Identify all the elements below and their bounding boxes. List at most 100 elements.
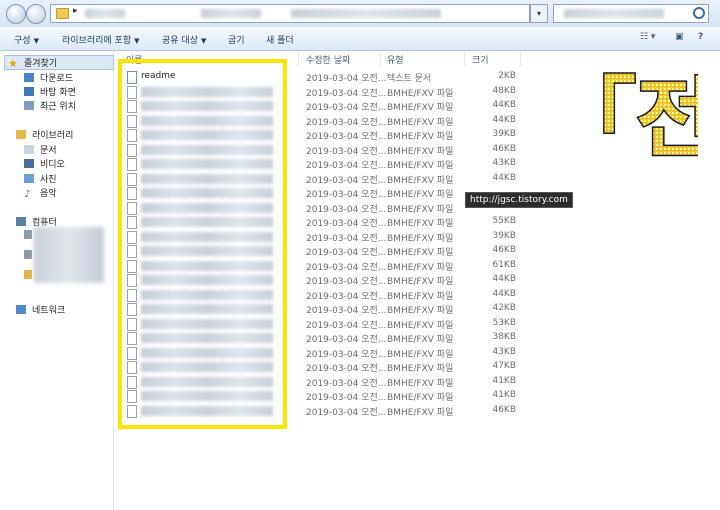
- file-size: 41KB: [492, 390, 516, 400]
- breadcrumb-arrow-icon: ▸: [73, 6, 78, 16]
- navigation-pane: ★ 즐겨찾기 다운로드 바탕 화면 최근 위치 라이브러리 문서 비디오 사진 ♪…: [0, 51, 114, 510]
- column-divider[interactable]: [298, 52, 299, 66]
- file-date: 2019-03-04 오전...: [306, 393, 387, 403]
- file-size: 41KB: [492, 375, 516, 386]
- nav-music[interactable]: ♪ 음악: [24, 186, 57, 200]
- file-date: 2019-03-04 오전...: [306, 262, 387, 273]
- share-with-label: 공유 대상: [162, 36, 198, 46]
- new-folder-button[interactable]: 새 폴더: [266, 33, 294, 46]
- file-size: 44KB: [492, 288, 516, 299]
- help-icon[interactable]: ?: [698, 32, 703, 44]
- preview-pane-icon[interactable]: ▣: [675, 32, 684, 44]
- chevron-down-icon: ▼: [33, 37, 39, 45]
- file-date: 2019-03-04 오전...: [306, 146, 387, 157]
- column-divider[interactable]: [520, 52, 521, 66]
- column-divider[interactable]: [464, 52, 465, 66]
- documents-icon: [24, 145, 34, 154]
- recent-places-icon: [24, 101, 34, 110]
- file-date: 2019-03-04 오전...: [306, 103, 387, 113]
- file-type: BMHE/FXV 파일: [387, 393, 454, 403]
- file-date: 2019-03-04 오전...: [306, 349, 387, 360]
- nav-network-label: 네트워크: [32, 306, 66, 316]
- nav-libraries[interactable]: 라이브러리: [16, 128, 73, 141]
- address-bar-area: ▸ ▾: [0, 0, 720, 28]
- nav-downloads[interactable]: 다운로드: [24, 71, 73, 84]
- column-divider[interactable]: [380, 52, 381, 66]
- nav-downloads-label: 다운로드: [40, 74, 74, 84]
- redacted-search: [564, 9, 664, 18]
- file-date: 2019-03-04 오전...: [306, 364, 387, 374]
- blog-logo: 「전: [549, 68, 699, 171]
- column-type-header[interactable]: 유형: [387, 53, 404, 66]
- share-with-button[interactable]: 공유 대상 ▼: [162, 33, 206, 46]
- nav-favorites[interactable]: ★ 즐겨찾기: [8, 56, 57, 69]
- file-type: BMHE/FXV 파일: [387, 132, 454, 142]
- file-type: BMHE/FXV 파일: [387, 378, 454, 389]
- folder-icon: [56, 8, 69, 19]
- logo-text: 「전: [550, 69, 698, 169]
- file-date: 2019-03-04 오전...: [306, 378, 387, 389]
- file-type: 텍스트 문서: [387, 74, 432, 84]
- chevron-down-icon: ▼: [134, 37, 140, 45]
- file-type: BMHE/FXV 파일: [387, 320, 454, 331]
- file-type: BMHE/FXV 파일: [387, 233, 454, 244]
- file-type: BMHE/FXV 파일: [387, 190, 454, 200]
- include-library-label: 라이브러리에 포함: [62, 36, 132, 46]
- download-folder-icon: [24, 73, 34, 82]
- forward-button[interactable]: [26, 4, 46, 24]
- file-type: BMHE/FXV 파일: [387, 364, 454, 374]
- file-size: 46KB: [492, 143, 516, 154]
- file-date: 2019-03-04 오전...: [306, 291, 387, 302]
- file-size: 42KB: [492, 303, 516, 313]
- file-date: 2019-03-04 오전...: [306, 132, 387, 142]
- file-type: BMHE/FXV 파일: [387, 262, 454, 273]
- file-size: 38KB: [492, 332, 516, 342]
- address-dropdown-button[interactable]: ▾: [530, 4, 548, 23]
- nav-videos[interactable]: 비디오: [24, 157, 65, 170]
- watermark-label: http://jgsc.tistory.com: [465, 192, 573, 208]
- star-icon: ★: [8, 57, 18, 70]
- nav-network[interactable]: 네트워크: [16, 303, 65, 316]
- file-date: 2019-03-04 오전...: [306, 335, 387, 345]
- file-type: BMHE/FXV 파일: [387, 146, 454, 157]
- nav-recent[interactable]: 최근 위치: [24, 99, 76, 112]
- file-size: 47KB: [492, 361, 516, 371]
- nav-desktop-label: 바탕 화면: [40, 88, 76, 98]
- file-date: 2019-03-04 오전...: [306, 74, 387, 84]
- file-type: BMHE/FXV 파일: [387, 335, 454, 345]
- redacted-path: [291, 9, 441, 18]
- file-type: BMHE/FXV 파일: [387, 175, 454, 186]
- file-date: 2019-03-04 오전...: [306, 306, 387, 316]
- file-date: 2019-03-04 오전...: [306, 175, 387, 186]
- file-type: BMHE/FXV 파일: [387, 248, 454, 258]
- view-options-icon[interactable]: ☷ ▾: [640, 32, 655, 44]
- address-input[interactable]: ▸: [50, 4, 530, 23]
- file-date: 2019-03-04 오전...: [306, 277, 387, 287]
- file-type: BMHE/FXV 파일: [387, 277, 454, 287]
- burn-button[interactable]: 굽기: [228, 33, 245, 46]
- nav-pictures[interactable]: 사진: [24, 172, 57, 185]
- nav-documents[interactable]: 문서: [24, 143, 57, 156]
- file-type: BMHE/FXV 파일: [387, 306, 454, 316]
- nav-libraries-label: 라이브러리: [32, 131, 74, 141]
- drive-icon: [24, 230, 32, 239]
- back-button[interactable]: [6, 4, 26, 24]
- nav-desktop[interactable]: 바탕 화면: [24, 85, 76, 98]
- file-size: 44KB: [492, 172, 516, 183]
- library-icon: [16, 130, 26, 139]
- pictures-icon: [24, 174, 34, 183]
- network-icon: [16, 305, 26, 314]
- file-size: 44KB: [492, 114, 516, 125]
- column-date-header[interactable]: 수정한 날짜: [306, 53, 350, 66]
- search-icon: [693, 7, 705, 19]
- search-input[interactable]: [553, 4, 709, 23]
- column-size-header[interactable]: 크기: [472, 53, 489, 66]
- nav-favorites-label: 즐겨찾기: [24, 59, 58, 69]
- organize-button[interactable]: 구성 ▼: [14, 33, 39, 46]
- file-size: 46KB: [492, 245, 516, 255]
- file-size: 43KB: [492, 346, 516, 357]
- redacted-path: [201, 9, 261, 18]
- drive-icon: [24, 250, 32, 259]
- music-note-icon: ♪: [24, 189, 31, 200]
- include-library-button[interactable]: 라이브러리에 포함 ▼: [62, 33, 140, 46]
